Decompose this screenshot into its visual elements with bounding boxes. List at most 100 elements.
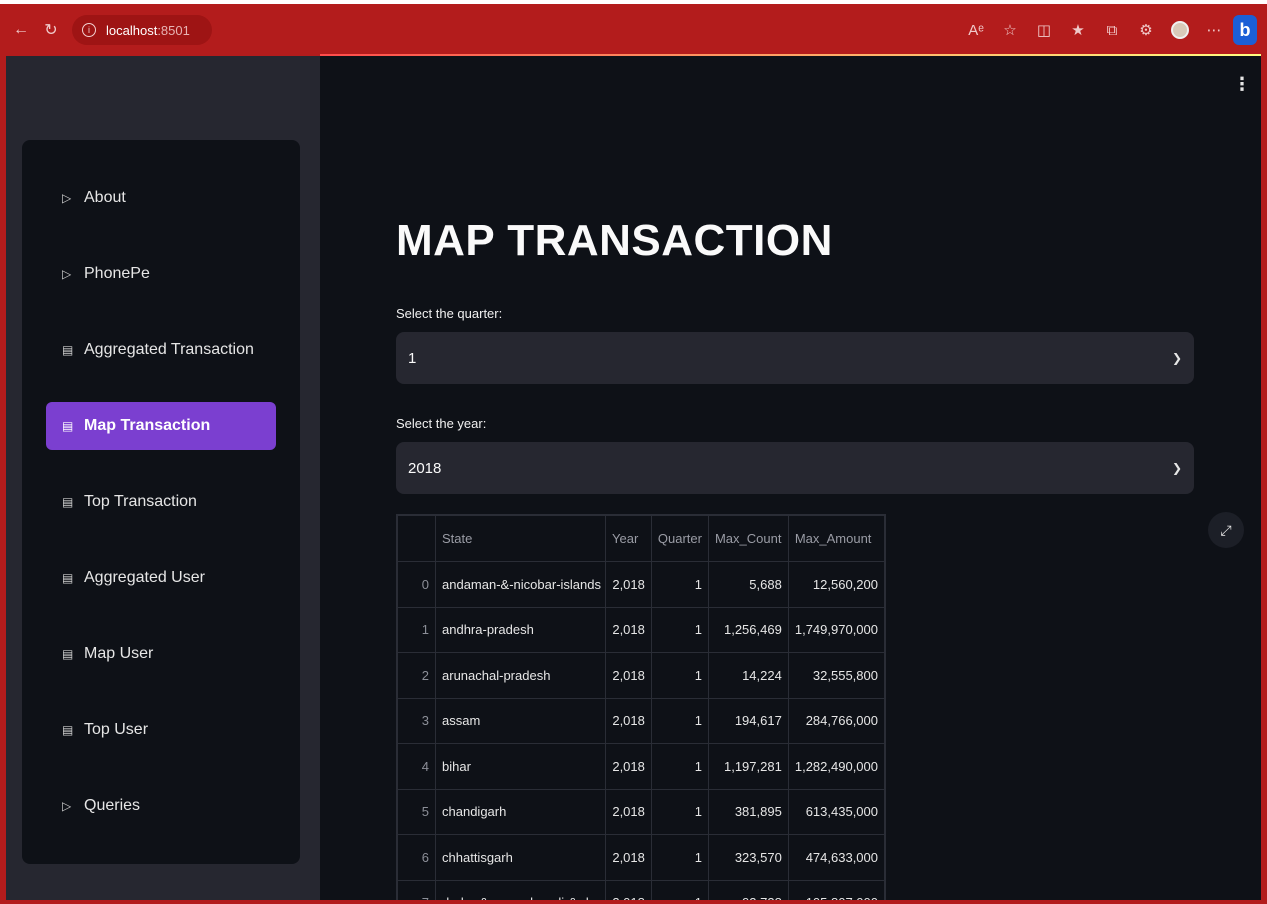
cell-year: 2,018 <box>605 697 652 744</box>
sidebar-item-aggregated-user[interactable]: ▤ Aggregated User <box>46 554 276 602</box>
favorites-list-icon[interactable]: ★ <box>1063 15 1093 45</box>
row-index: 4 <box>397 743 437 790</box>
cell-year: 2,018 <box>605 561 652 608</box>
table-row[interactable]: 6 chhattisgarh 2,018 1 323,570 474,633,0… <box>397 834 885 881</box>
column-header-quarter[interactable]: Quarter <box>650 515 709 562</box>
cell-year: 2,018 <box>605 652 652 699</box>
cell-max-amount: 284,766,000 <box>787 697 885 744</box>
profile-avatar-icon[interactable] <box>1165 15 1195 45</box>
table-row[interactable]: 0 andaman-&-nicobar-islands 2,018 1 5,68… <box>397 561 885 608</box>
column-header-year[interactable]: Year <box>605 515 652 562</box>
cell-max-count: 1,197,281 <box>707 743 789 790</box>
read-aloud-icon[interactable]: Aᵉ <box>961 15 991 45</box>
sidebar-item-phonepe[interactable]: ▷ PhonePe <box>46 250 276 298</box>
cell-state: andhra-pradesh <box>435 606 607 653</box>
list-icon: ▤ <box>62 343 74 357</box>
sidebar-item-queries[interactable]: ▷ Queries <box>46 782 276 830</box>
sidebar-item-top-transaction[interactable]: ▤ Top Transaction <box>46 478 276 526</box>
cell-state: bihar <box>435 743 607 790</box>
triangle-right-icon: ▷ <box>62 191 72 205</box>
table-row[interactable]: 5 chandigarh 2,018 1 381,895 613,435,000 <box>397 788 885 835</box>
table-row[interactable]: 3 assam 2,018 1 194,617 284,766,000 <box>397 697 885 744</box>
triangle-right-icon: ▷ <box>62 799 72 813</box>
info-icon[interactable]: i <box>82 23 96 37</box>
table-row[interactable]: 4 bihar 2,018 1 1,197,281 1,282,490,000 <box>397 743 885 790</box>
quarter-select[interactable]: 1 ❯ <box>396 332 1194 384</box>
back-icon[interactable]: ← <box>6 15 36 45</box>
cell-max-count: 323,570 <box>707 834 789 881</box>
favorite-star-icon[interactable]: ☆ <box>995 15 1025 45</box>
cell-max-count: 381,895 <box>707 788 789 835</box>
cell-year: 2,018 <box>605 834 652 881</box>
sidebar-item-label: Map User <box>84 645 154 662</box>
address-bar[interactable]: i localhost:8501 <box>72 15 212 45</box>
column-header-max-amount[interactable]: Max_Amount <box>787 515 885 562</box>
cell-max-amount: 613,435,000 <box>787 788 885 835</box>
cell-max-amount: 1,282,490,000 <box>787 743 885 790</box>
row-index: 3 <box>397 697 437 744</box>
url-port: :8501 <box>157 22 190 38</box>
table-row[interactable]: 1 andhra-pradesh 2,018 1 1,256,469 1,749… <box>397 606 885 653</box>
year-select-label: Select the year: <box>396 416 487 431</box>
cell-max-count: 92,738 <box>707 879 789 900</box>
table-row[interactable]: 2 arunachal-pradesh 2,018 1 14,224 32,55… <box>397 652 885 699</box>
extensions-icon[interactable]: ⚙ <box>1131 15 1161 45</box>
sidebar-item-label: Map Transaction <box>84 417 211 434</box>
cell-quarter: 1 <box>650 697 709 744</box>
cell-state: arunachal-pradesh <box>435 652 607 699</box>
cell-max-amount: 12,560,200 <box>787 561 885 608</box>
browser-toolbar-actions: Aᵉ ☆ ◫ ★ ⧉ ⚙ ⋯ b <box>961 15 1261 45</box>
cell-state: chandigarh <box>435 788 607 835</box>
sidebar-item-label: PhonePe <box>84 265 150 282</box>
sidebar-item-aggregated-transaction[interactable]: ▤ Aggregated Transaction <box>46 326 276 374</box>
browser-toolbar: ← ↻ i localhost:8501 Aᵉ ☆ ◫ ★ ⧉ ⚙ ⋯ b <box>6 4 1261 56</box>
sidebar-item-map-user[interactable]: ▤ Map User <box>46 630 276 678</box>
refresh-icon[interactable]: ↻ <box>36 15 66 45</box>
column-header-index[interactable] <box>397 515 437 562</box>
app-menu-icon[interactable]: ⋮ <box>1233 74 1251 95</box>
sidebar: ▷ About ▷ PhonePe ▤ Aggregated Transacti… <box>6 56 320 900</box>
cell-max-amount: 1,749,970,000 <box>787 606 885 653</box>
cell-state: assam <box>435 697 607 744</box>
sidebar-item-label: About <box>84 189 126 206</box>
sidebar-item-label: Aggregated Transaction <box>84 341 254 358</box>
split-screen-icon[interactable]: ◫ <box>1029 15 1059 45</box>
url-host: localhost <box>106 22 158 38</box>
cell-year: 2,018 <box>605 606 652 653</box>
table-header-row: State Year Quarter Max_Count Max_Amount <box>397 515 885 562</box>
cell-max-amount: 474,633,000 <box>787 834 885 881</box>
nav-menu: ▷ About ▷ PhonePe ▤ Aggregated Transacti… <box>22 140 300 864</box>
data-table[interactable]: State Year Quarter Max_Count Max_Amount … <box>396 514 886 900</box>
fullscreen-icon[interactable]: ⤢ <box>1208 512 1244 548</box>
sidebar-item-map-transaction[interactable]: ▤ Map Transaction <box>46 402 276 450</box>
cell-max-count: 1,256,469 <box>707 606 789 653</box>
year-select[interactable]: 2018 ❯ <box>396 442 1194 494</box>
cell-quarter: 1 <box>650 879 709 900</box>
sidebar-item-label: Aggregated User <box>84 569 205 586</box>
row-index: 5 <box>397 788 437 835</box>
column-header-max-count[interactable]: Max_Count <box>707 515 789 562</box>
cell-max-count: 194,617 <box>707 697 789 744</box>
collections-icon[interactable]: ⧉ <box>1097 15 1127 45</box>
cell-max-amount: 32,555,800 <box>787 652 885 699</box>
row-index: 2 <box>397 652 437 699</box>
column-header-state[interactable]: State <box>435 515 607 562</box>
copilot-icon[interactable]: b <box>1233 15 1257 45</box>
main-content: ⋮ MAP TRANSACTION Select the quarter: 1 … <box>320 56 1261 900</box>
cell-state: chhattisgarh <box>435 834 607 881</box>
browser-window: ← ↻ i localhost:8501 Aᵉ ☆ ◫ ★ ⧉ ⚙ ⋯ b ▷ … <box>0 4 1267 904</box>
more-options-icon[interactable]: ⋯ <box>1199 15 1229 45</box>
cell-max-amount: 105,807,000 <box>787 879 885 900</box>
cell-quarter: 1 <box>650 606 709 653</box>
table-row[interactable]: 7 dadra-&-nagar-haveli-&-daman-&-diu 2,0… <box>397 879 885 900</box>
sidebar-item-about[interactable]: ▷ About <box>46 174 276 222</box>
sidebar-item-top-user[interactable]: ▤ Top User <box>46 706 276 754</box>
cell-quarter: 1 <box>650 561 709 608</box>
year-select-value: 2018 <box>408 459 442 477</box>
page-title: MAP TRANSACTION <box>396 216 833 265</box>
cell-state: andaman-&-nicobar-islands <box>435 561 607 608</box>
chevron-down-icon: ❯ <box>1171 351 1182 365</box>
cell-state: dadra-&-nagar-haveli-&-daman-&-diu <box>435 879 607 900</box>
list-icon: ▤ <box>62 495 74 509</box>
row-index: 6 <box>397 834 437 881</box>
